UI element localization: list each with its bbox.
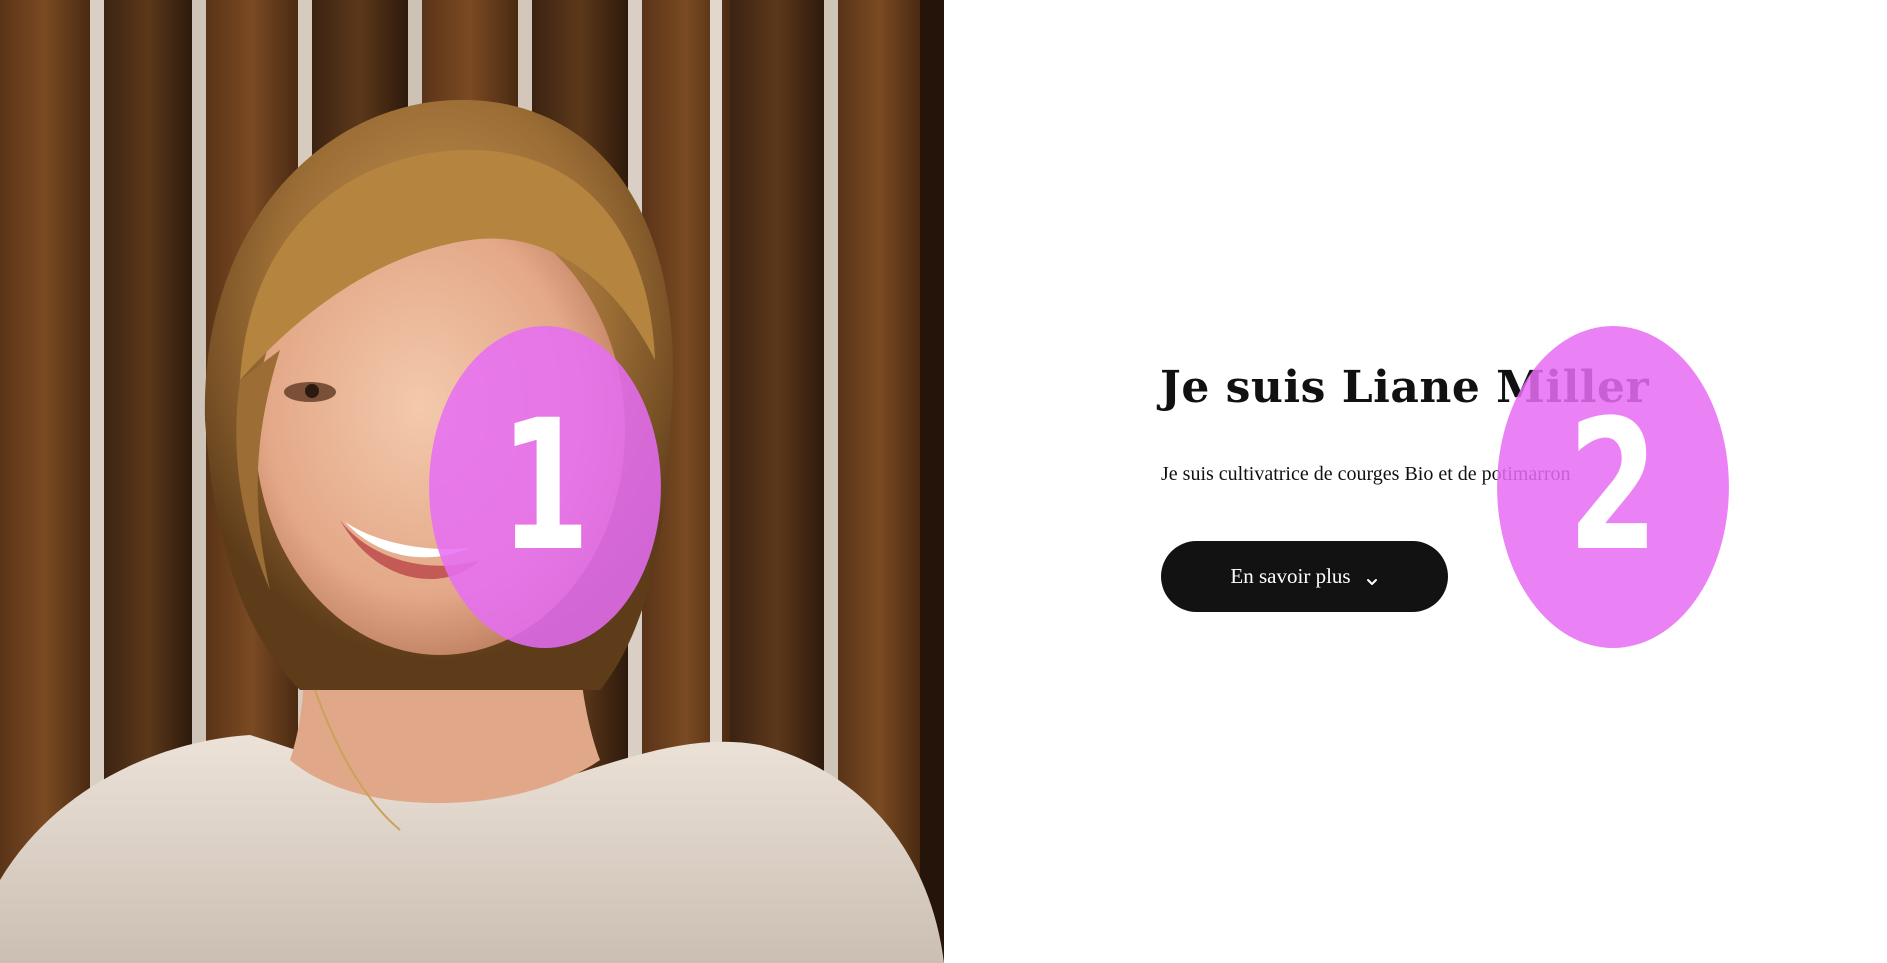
page: Je suis Liane Miller Je suis cultivatric… <box>0 0 1887 963</box>
chevron-down-icon <box>1365 570 1379 585</box>
hero-content: Je suis Liane Miller Je suis cultivatric… <box>944 0 1887 963</box>
learn-more-button[interactable]: En savoir plus <box>1161 541 1448 612</box>
marker-1: 1 <box>429 326 661 648</box>
learn-more-label: En savoir plus <box>1230 564 1351 588</box>
marker-1-number: 1 <box>499 382 591 591</box>
marker-2-number: 2 <box>1567 382 1659 591</box>
marker-2: 2 <box>1497 326 1729 648</box>
